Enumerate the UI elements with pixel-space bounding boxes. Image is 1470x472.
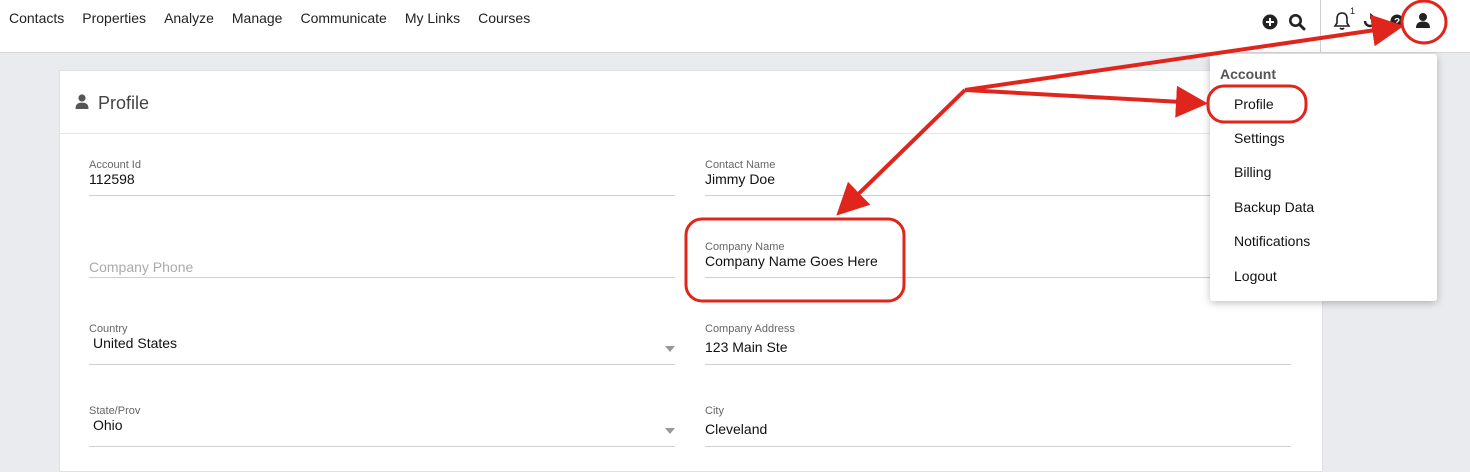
field-label: City	[705, 405, 724, 417]
field-value[interactable]: Jimmy Doe	[705, 171, 775, 187]
field-label: Account Id	[89, 159, 141, 171]
field-value[interactable]: Cleveland	[705, 421, 767, 437]
field-underline	[705, 277, 1291, 278]
dropdown-header: Account	[1220, 66, 1276, 82]
nav-properties[interactable]: Properties	[82, 10, 146, 26]
nav-communicate[interactable]: Communicate	[300, 10, 386, 26]
field-underline	[89, 364, 675, 365]
field-underline	[89, 446, 675, 447]
field-underline	[89, 277, 675, 278]
nav-courses[interactable]: Courses	[478, 10, 530, 26]
menu-item-profile[interactable]: Profile	[1234, 96, 1274, 112]
menu-item-billing[interactable]: Billing	[1234, 164, 1271, 180]
search-icon[interactable]	[1288, 13, 1306, 31]
field-label: Contact Name	[705, 159, 776, 171]
field-value[interactable]: 123 Main Ste	[705, 339, 788, 355]
menu-item-logout[interactable]: Logout	[1234, 268, 1277, 284]
top-navbar: Contacts Properties Analyze Manage Commu…	[0, 0, 1470, 53]
field-value[interactable]: Ohio	[93, 417, 123, 433]
card-header: Profile	[60, 71, 1322, 134]
main-nav: Contacts Properties Analyze Manage Commu…	[9, 10, 548, 26]
nav-manage[interactable]: Manage	[232, 10, 283, 26]
field-label: Company Address	[705, 323, 795, 335]
menu-item-settings[interactable]: Settings	[1234, 130, 1285, 146]
nav-my-links[interactable]: My Links	[405, 10, 460, 26]
nav-analyze[interactable]: Analyze	[164, 10, 214, 26]
field-placeholder[interactable]: Company Phone	[89, 259, 193, 275]
question-icon[interactable]: ?	[1390, 13, 1404, 29]
field-value[interactable]: United States	[93, 335, 177, 351]
menu-item-backup-data[interactable]: Backup Data	[1234, 199, 1314, 215]
svg-text:?: ?	[1394, 17, 1400, 28]
field-value[interactable]: Company Name Goes Here	[705, 253, 878, 269]
field-label: Country	[89, 323, 128, 335]
nav-divider	[1320, 0, 1321, 52]
field-underline	[705, 364, 1291, 365]
account-dropdown: Account Profile Settings Billing Backup …	[1210, 54, 1437, 301]
field-label: State/Prov	[89, 405, 141, 417]
bell-icon[interactable]	[1333, 11, 1351, 31]
chevron-down-icon[interactable]	[665, 428, 675, 434]
notification-badge: 1	[1350, 6, 1356, 16]
page-title: Profile	[98, 93, 150, 113]
field-value[interactable]: 112598	[89, 171, 135, 187]
refresh-icon[interactable]	[1362, 13, 1378, 29]
profile-card: Profile Account Id 112598 Contact Name J…	[59, 70, 1323, 472]
field-underline	[705, 195, 1291, 196]
user-icon	[75, 94, 89, 109]
user-icon[interactable]	[1415, 12, 1431, 29]
field-underline	[705, 446, 1291, 447]
field-underline	[89, 195, 675, 196]
plus-circle-icon[interactable]	[1262, 14, 1278, 30]
chevron-down-icon[interactable]	[665, 346, 675, 352]
field-label: Company Name	[705, 241, 785, 253]
nav-contacts[interactable]: Contacts	[9, 10, 64, 26]
menu-item-notifications[interactable]: Notifications	[1234, 233, 1310, 249]
